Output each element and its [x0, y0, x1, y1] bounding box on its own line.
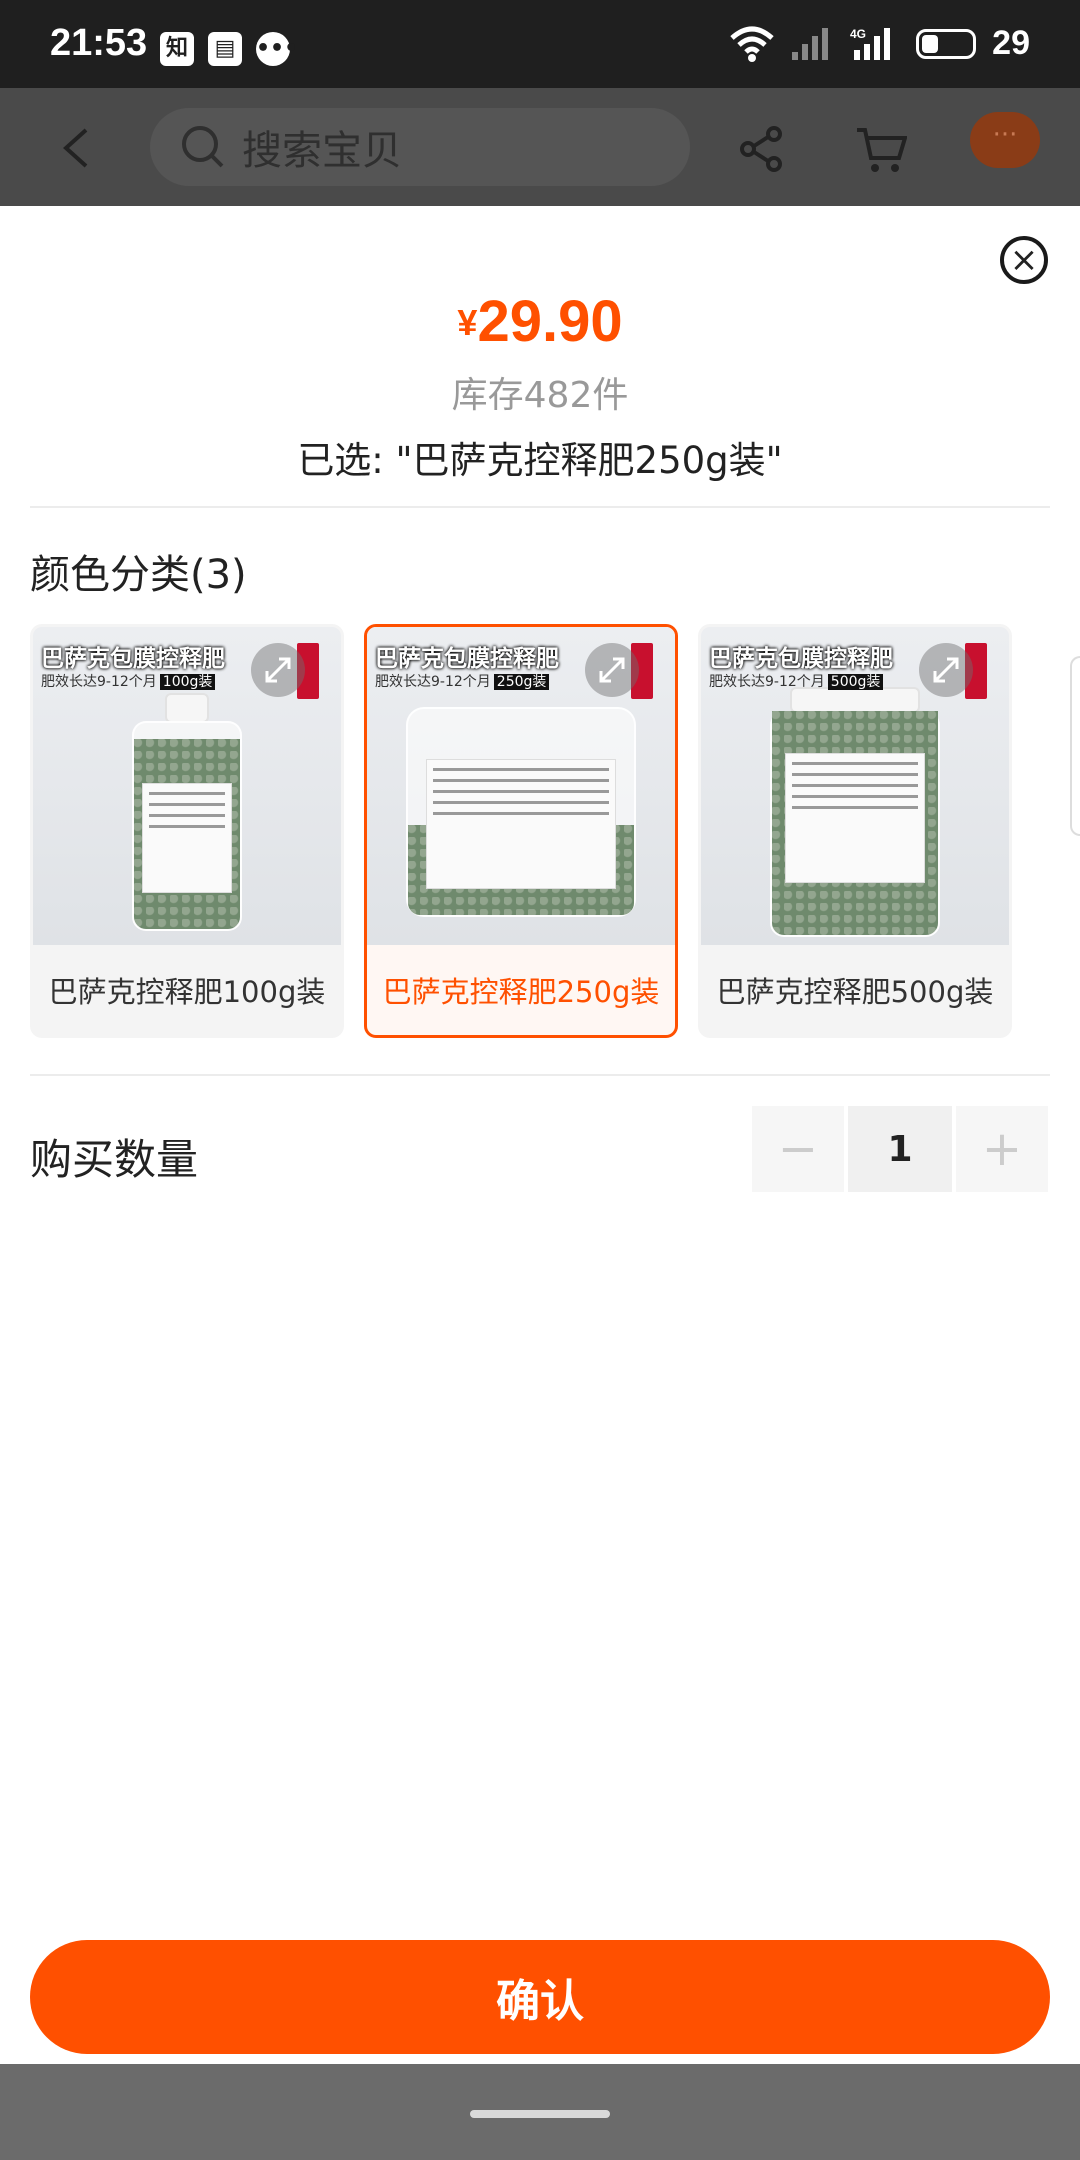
home-indicator[interactable] — [470, 2110, 610, 2118]
sku-selection-sheet: × ¥29.90 库存482件 已选: "巴萨克控释肥250g装" 颜色分类(3… — [0, 206, 1080, 2064]
divider — [30, 1074, 1050, 1076]
signal-4g-icon: 4G — [850, 27, 891, 60]
thumb-tag: 250g装 — [493, 674, 550, 690]
stock-count: 库存482件 — [451, 375, 629, 416]
label-line — [149, 825, 225, 828]
bottle-label — [142, 783, 232, 893]
thumb-title: 巴萨克包膜控释肥 — [709, 646, 893, 672]
thumb-subtitle: 肥效长达9-12个月 100g装 — [41, 671, 216, 691]
variant-option-500g[interactable]: 巴萨克包膜控释肥 肥效长达9-12个月 500g装 巴萨克控释肥500g装 — [698, 624, 1012, 1038]
thumb-title: 巴萨克包膜控释肥 — [375, 646, 559, 672]
selected-variant-text: 已选: "巴萨克控释肥250g装" — [297, 439, 783, 482]
thumb-tag: 500g装 — [827, 674, 884, 690]
jar-label — [785, 753, 925, 883]
status-right: 4G 29 — [730, 24, 1030, 63]
expand-arrows-icon — [265, 657, 291, 683]
gesture-navigation-bar — [0, 2064, 1080, 2160]
wechat-notification-icon: ••• — [256, 32, 298, 66]
jar-image — [406, 707, 636, 917]
status-time: 21:53 — [50, 22, 148, 64]
jar-image — [770, 711, 940, 937]
search-icon — [182, 126, 224, 168]
label-line — [792, 773, 918, 776]
quantity-decrease-button[interactable]: − — [752, 1106, 844, 1192]
svg-text:4G: 4G — [850, 27, 866, 41]
thumb-title: 巴萨克包膜控释肥 — [41, 646, 225, 672]
variant-thumbnail: 巴萨克包膜控释肥 肥效长达9-12个月 250g装 — [367, 627, 675, 945]
battery-icon — [916, 28, 977, 59]
share-icon[interactable] — [740, 126, 784, 172]
variant-option-250g[interactable]: 巴萨克包膜控释肥 肥效长达9-12个月 250g装 巴萨克控释肥250g装 — [364, 624, 678, 1038]
signal-sim1-icon — [792, 27, 829, 60]
thumb-sub-text: 肥效长达9-12个月 — [41, 674, 157, 690]
variant-options: 巴萨克包膜控释肥 肥效长达9-12个月 100g装 巴萨克控释肥100g装 巴萨克… — [30, 624, 1012, 1038]
quantity-stepper: − 1 + — [752, 1106, 1048, 1192]
label-line — [433, 801, 609, 804]
label-line — [433, 779, 609, 782]
confirm-button[interactable]: 确认 — [30, 1940, 1050, 2054]
expand-image-icon[interactable] — [251, 643, 305, 697]
back-icon[interactable] — [58, 126, 98, 170]
more-menu-button[interactable]: ··· — [970, 112, 1040, 168]
bottle-cap — [165, 693, 209, 723]
bottle-image — [132, 721, 242, 931]
thumb-tag: 100g装 — [159, 674, 216, 690]
label-line — [149, 814, 225, 817]
label-line — [149, 803, 225, 806]
zhihu-notification-icon: 知 — [160, 32, 194, 66]
close-icon[interactable]: × — [1000, 236, 1048, 284]
status-app-icons: 知 ▤ ••• — [160, 32, 298, 66]
price: ¥29.90 — [0, 288, 1080, 355]
quantity-label: 购买数量 — [30, 1135, 199, 1184]
quantity-increase-button[interactable]: + — [956, 1106, 1048, 1192]
label-line — [433, 812, 609, 815]
label-line — [792, 762, 918, 765]
top-navigation: 搜索宝贝 ··· — [0, 88, 1080, 206]
label-line — [433, 790, 609, 793]
battery-level: 29 — [992, 24, 1030, 62]
label-line — [792, 795, 918, 798]
expand-arrows-icon — [599, 657, 625, 683]
price-currency: ¥ — [457, 302, 478, 343]
variant-thumbnail: 巴萨克包膜控释肥 肥效长达9-12个月 500g装 — [701, 627, 1009, 945]
wifi-icon — [730, 26, 774, 62]
divider — [30, 506, 1050, 508]
label-line — [792, 806, 918, 809]
thumb-sub-text: 肥效长达9-12个月 — [375, 674, 491, 690]
quantity-value[interactable]: 1 — [848, 1106, 952, 1192]
side-edge-handle[interactable] — [1070, 656, 1080, 836]
cart-icon[interactable] — [855, 126, 907, 174]
variant-label: 巴萨克控释肥100g装 — [48, 975, 326, 1009]
thumb-subtitle: 肥效长达9-12个月 250g装 — [375, 671, 550, 691]
thumb-subtitle: 肥效长达9-12个月 500g装 — [709, 671, 884, 691]
variant-label: 巴萨克控释肥250g装 — [382, 975, 660, 1009]
label-line — [433, 768, 609, 771]
price-value: 29.90 — [477, 289, 623, 354]
variant-label: 巴萨克控释肥500g装 — [716, 975, 994, 1009]
status-bar: 21:53 知 ▤ ••• 4G 29 — [0, 0, 1080, 88]
label-line — [149, 792, 225, 795]
thumb-sub-text: 肥效长达9-12个月 — [709, 674, 825, 690]
expand-image-icon[interactable] — [585, 643, 639, 697]
expand-image-icon[interactable] — [919, 643, 973, 697]
expand-arrows-icon — [933, 657, 959, 683]
news-notification-icon: ▤ — [208, 32, 242, 66]
variant-section-title: 颜色分类(3) — [30, 552, 247, 598]
variant-thumbnail: 巴萨克包膜控释肥 肥效长达9-12个月 100g装 — [33, 627, 341, 945]
variant-option-100g[interactable]: 巴萨克包膜控释肥 肥效长达9-12个月 100g装 巴萨克控释肥100g装 — [30, 624, 344, 1038]
search-bar[interactable]: 搜索宝贝 — [150, 108, 690, 186]
search-placeholder: 搜索宝贝 — [242, 128, 402, 174]
jar-label — [426, 759, 616, 889]
label-line — [792, 784, 918, 787]
